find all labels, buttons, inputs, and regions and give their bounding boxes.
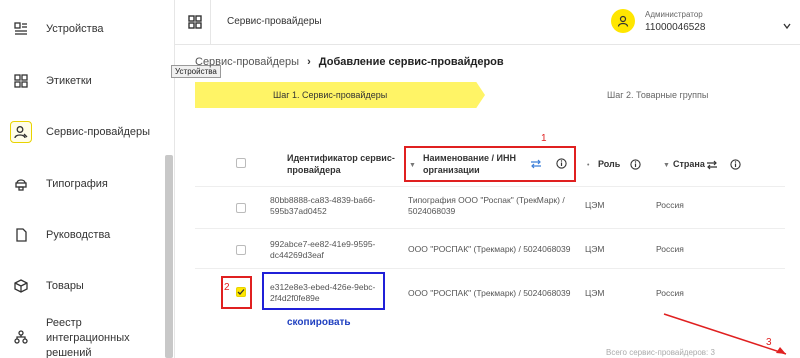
sidebar-item-label: Товары [46,280,84,292]
sidebar-item-registry[interactable]: Реестр интеграционных решений [0,317,175,358]
labels-icon [10,70,32,92]
sidebar-item-printing[interactable]: Типография [0,169,175,199]
sidebar: Устройства Этикетки Сервис-провайдеры Ти… [0,0,175,358]
user-id: 11000046528 [645,22,706,33]
column-header-role[interactable]: Роль [598,158,620,170]
sort-toggle-icon[interactable] [706,157,718,175]
row-role: ЦЭМ [585,244,605,254]
printing-icon [10,173,32,195]
sidebar-item-label: Этикетки [46,75,92,87]
sidebar-scrollbar[interactable] [165,155,173,358]
row-country: Россия [656,288,684,298]
user-icon [617,15,629,27]
row-divider [195,228,785,229]
row-role: ЦЭМ [585,288,605,298]
select-all-checkbox[interactable] [236,158,246,168]
annotation-box-1 [404,146,576,182]
step-1-label: Шаг 1. Сервис-провайдеры [273,90,388,100]
header: Сервис-провайдеры Администратор 11000046… [175,0,800,45]
row-role: ЦЭМ [585,200,605,210]
annotation-box-copy [262,272,385,310]
page-title: Сервис-провайдеры [227,16,322,27]
user-role: Администратор [645,10,703,19]
sidebar-item-label: Типография [46,178,108,190]
products-icon [10,275,32,297]
chevron-down-icon[interactable] [782,18,792,30]
sidebar-item-guides[interactable]: Руководства [0,220,175,250]
sidebar-item-service-providers[interactable]: Сервис-провайдеры [0,117,175,147]
sidebar-item-label: Реестр интеграционных решений [46,317,130,358]
annotation-number-2: 2 [224,282,230,293]
sidebar-item-products[interactable]: Товары [0,271,175,301]
copy-annotation-label: скопировать [287,317,351,328]
row-name: ООО "РОСПАК" (Трекмарк) / 5024068039 [408,288,571,298]
sidebar-item-label: Сервис-провайдеры [46,126,151,138]
row-id: 992abce7-ee82-41e9-9595-dc44269d3eaf [270,239,376,260]
column-header-id: Идентификатор сервис-провайдера [287,153,395,175]
row-name: Типография ООО "Роспак" (ТрекМарк) / 502… [408,195,565,216]
sidebar-item-devices[interactable]: Устройства [0,14,175,44]
header-divider [210,0,211,45]
info-icon[interactable] [630,157,641,170]
annotation-arrow [663,313,787,355]
breadcrumb-current: Добавление сервис-провайдеров [318,56,504,68]
avatar[interactable] [611,9,635,33]
sort-caret-icon: ▼ [663,162,670,169]
breadcrumb-parent[interactable]: Сервис-провайдеры [195,56,299,68]
row-divider [195,268,785,269]
apps-grid-icon[interactable] [188,15,202,29]
annotation-number-1: 1 [541,133,547,144]
row-id: 80bb8888-ca83-4839-ba66-595b37ad0452 [270,195,376,216]
row-country: Россия [656,200,684,210]
sidebar-item-labels[interactable]: Этикетки [0,66,175,96]
info-icon[interactable] [730,157,741,170]
breadcrumb-separator: › [307,56,311,68]
registry-icon [10,326,32,348]
row-country: Россия [656,244,684,254]
step-2-label: Шаг 2. Товарные группы [607,90,709,100]
row-checkbox[interactable] [236,203,246,213]
column-header-country[interactable]: Страна [673,158,705,170]
sidebar-item-label: Руководства [46,229,111,241]
service-provider-icon [10,121,32,143]
sidebar-item-label: Устройства [46,23,104,35]
row-name: ООО "РОСПАК" (Трекмарк) / 5024068039 [408,244,571,254]
sort-caret-icon: • [587,162,590,169]
row-checkbox[interactable] [236,245,246,255]
step-1[interactable]: Шаг 1. Сервис-провайдеры [195,82,485,108]
breadcrumb: Сервис-провайдеры › Добавление сервис-пров… [195,56,504,68]
devices-icon [10,18,32,40]
guides-icon [10,224,32,246]
step-2[interactable]: Шаг 2. Товарные группы [485,82,785,108]
row-divider [195,186,785,187]
